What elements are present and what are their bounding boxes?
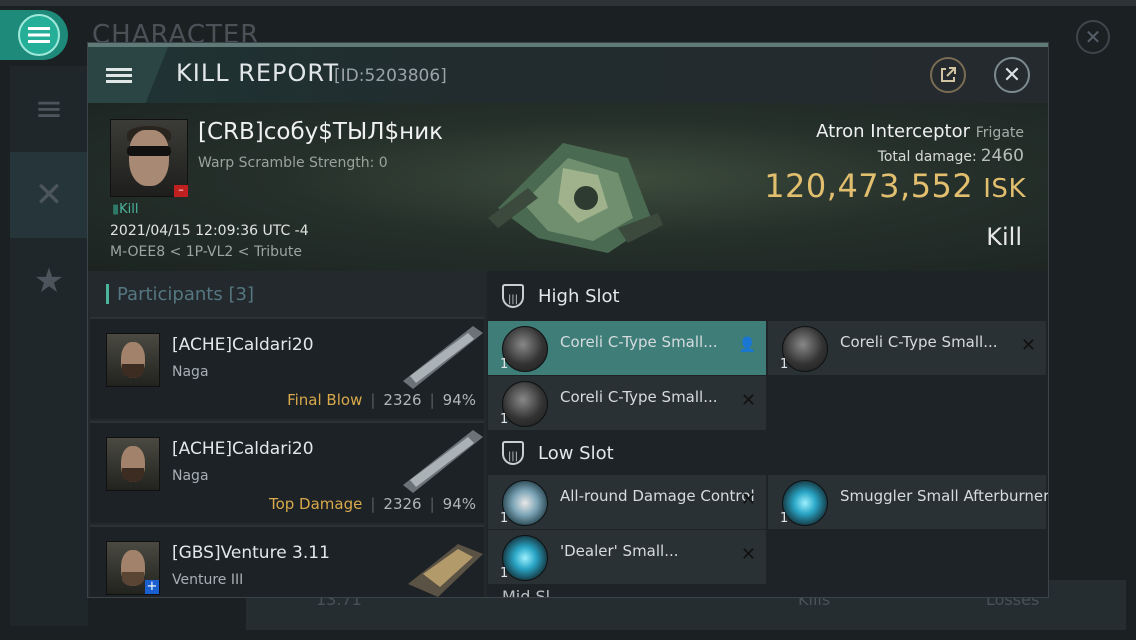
victim-portrait[interactable]: – — [110, 119, 188, 197]
module-icon — [782, 480, 828, 526]
module-slot[interactable]: 1 'Dealer' Small... ✕ — [488, 530, 766, 584]
participant-name: [ACHE]Caldari20 — [172, 335, 314, 355]
dialog-header: KILL REPORT [ID:5203806] ✕ — [88, 47, 1048, 103]
module-icon — [502, 381, 548, 427]
share-button[interactable] — [930, 57, 966, 93]
total-damage: Total damage: 2460 — [877, 146, 1024, 166]
module-icon — [782, 326, 828, 372]
participant-ship-icon — [408, 544, 483, 597]
close-button[interactable]: ✕ — [994, 57, 1030, 93]
participant-row[interactable]: + [GBS]Venture 3.11 Venture III — [90, 525, 484, 597]
hamburger-icon — [106, 65, 132, 86]
high-slot-icon: ||| — [502, 284, 524, 308]
module-name: Coreli C-Type Small... — [560, 388, 718, 406]
kill-report-dialog: KILL REPORT [ID:5203806] ✕ – [CRB]собу$Т… — [87, 42, 1049, 598]
person-icon: 👤 — [738, 337, 756, 353]
plus-icon: + — [145, 579, 159, 594]
kill-location[interactable]: M-OEE8 < 1P-VL2 < Tribute — [110, 244, 302, 260]
module-slot[interactable]: 1 Coreli C-Type Small... ✕ — [768, 321, 1046, 375]
participant-portrait: + — [106, 541, 160, 595]
module-slot[interactable]: 1 Coreli C-Type Small... ✕ — [488, 376, 766, 430]
participant-portrait — [106, 333, 160, 387]
security-status-icon: – — [174, 184, 188, 197]
participant-ship-icon — [403, 326, 483, 389]
kill-id: [ID:5203806] — [334, 66, 447, 86]
module-icon — [502, 480, 548, 526]
destroyed-icon: ✕ — [740, 544, 756, 565]
background-close-button[interactable]: ✕ — [1076, 20, 1110, 54]
module-slot[interactable]: 1 Coreli C-Type Small... 👤 — [488, 321, 766, 375]
background-sidebar: ≡ ✕ ★ — [10, 66, 88, 626]
share-icon — [941, 67, 956, 82]
isk-value: 120,473,552 ISK — [764, 167, 1026, 205]
participant-portrait — [106, 437, 160, 491]
participants-header[interactable]: Participants [3] — [88, 271, 486, 317]
module-name: 'Dealer' Small... — [560, 542, 679, 560]
participant-row[interactable]: [ACHE]Caldari20 Naga Final Blow | 2326 | 94% — [90, 317, 484, 419]
dialog-menu-button[interactable] — [88, 47, 168, 103]
mid-slot-header: Mid Sl — [502, 587, 551, 598]
module-slot[interactable]: 1 Smuggler Small Afterburner — [768, 475, 1049, 529]
victim-name[interactable]: [CRB]собу$ТЫЛ$ник — [198, 119, 443, 145]
menu-icon — [18, 14, 60, 56]
kill-date: 2021/04/15 12:09:36 UTC -4 — [110, 223, 309, 239]
low-slot-icon: ||| — [502, 441, 524, 465]
empty-slot — [768, 530, 1046, 584]
high-slot-header: ||| High Slot — [488, 271, 1048, 321]
module-icon — [502, 535, 548, 581]
participant-ship: Naga — [172, 364, 209, 380]
empty-slot — [768, 376, 1046, 430]
module-slot[interactable]: 1 All-round Damage Control ✕ — [488, 475, 766, 529]
kill-result: Kill — [986, 223, 1022, 251]
top-strip — [0, 0, 1136, 6]
participant-name: [ACHE]Caldari20 — [172, 439, 314, 459]
module-name: Smuggler Small Afterburner — [840, 487, 1049, 505]
participant-name: [GBS]Venture 3.11 — [172, 543, 330, 563]
module-name: All-round Damage Control — [560, 487, 755, 505]
main-menu-button[interactable] — [0, 10, 68, 60]
participant-ship-icon — [403, 430, 483, 493]
kill-tag: ▮Kill — [112, 202, 139, 217]
close-icon: ✕ — [1002, 62, 1022, 88]
fitting-panel: ||| High Slot 1 Coreli C-Type Small... 👤 … — [488, 271, 1049, 598]
module-icon — [502, 326, 548, 372]
sidebar-combat-icon[interactable]: ✕ — [10, 152, 88, 238]
dialog-title: KILL REPORT — [176, 59, 339, 87]
warp-scramble: Warp Scramble Strength: 0 — [198, 155, 388, 171]
participant-ship: Naga — [172, 468, 209, 484]
sidebar-star-icon[interactable]: ★ — [10, 238, 88, 324]
sidebar-list-icon[interactable]: ≡ — [10, 66, 88, 152]
participant-row[interactable]: [ACHE]Caldari20 Naga Top Damage | 2326 | 94% — [90, 421, 484, 523]
destroyed-icon: ✕ — [740, 489, 756, 510]
module-name: Coreli C-Type Small... — [840, 333, 998, 351]
participant-ship: Venture III — [172, 572, 244, 588]
participant-stats: Final Blow | 2326 | 94% — [287, 391, 476, 409]
low-slot-header: ||| Low Slot — [488, 431, 1048, 475]
victim-banner: – [CRB]собу$ТЫЛ$ник Warp Scramble Streng… — [88, 103, 1048, 271]
destroyed-icon: ✕ — [1020, 335, 1036, 356]
module-name: Coreli C-Type Small... — [560, 333, 718, 351]
destroyed-icon: ✕ — [740, 390, 756, 411]
participants-panel: Participants [3] [ACHE]Caldari20 Naga Fi… — [88, 271, 486, 597]
victim-ship[interactable]: Atron Interceptor Frigate — [816, 121, 1024, 142]
ship-image — [488, 143, 663, 253]
participant-stats: Top Damage | 2326 | 94% — [268, 495, 476, 513]
